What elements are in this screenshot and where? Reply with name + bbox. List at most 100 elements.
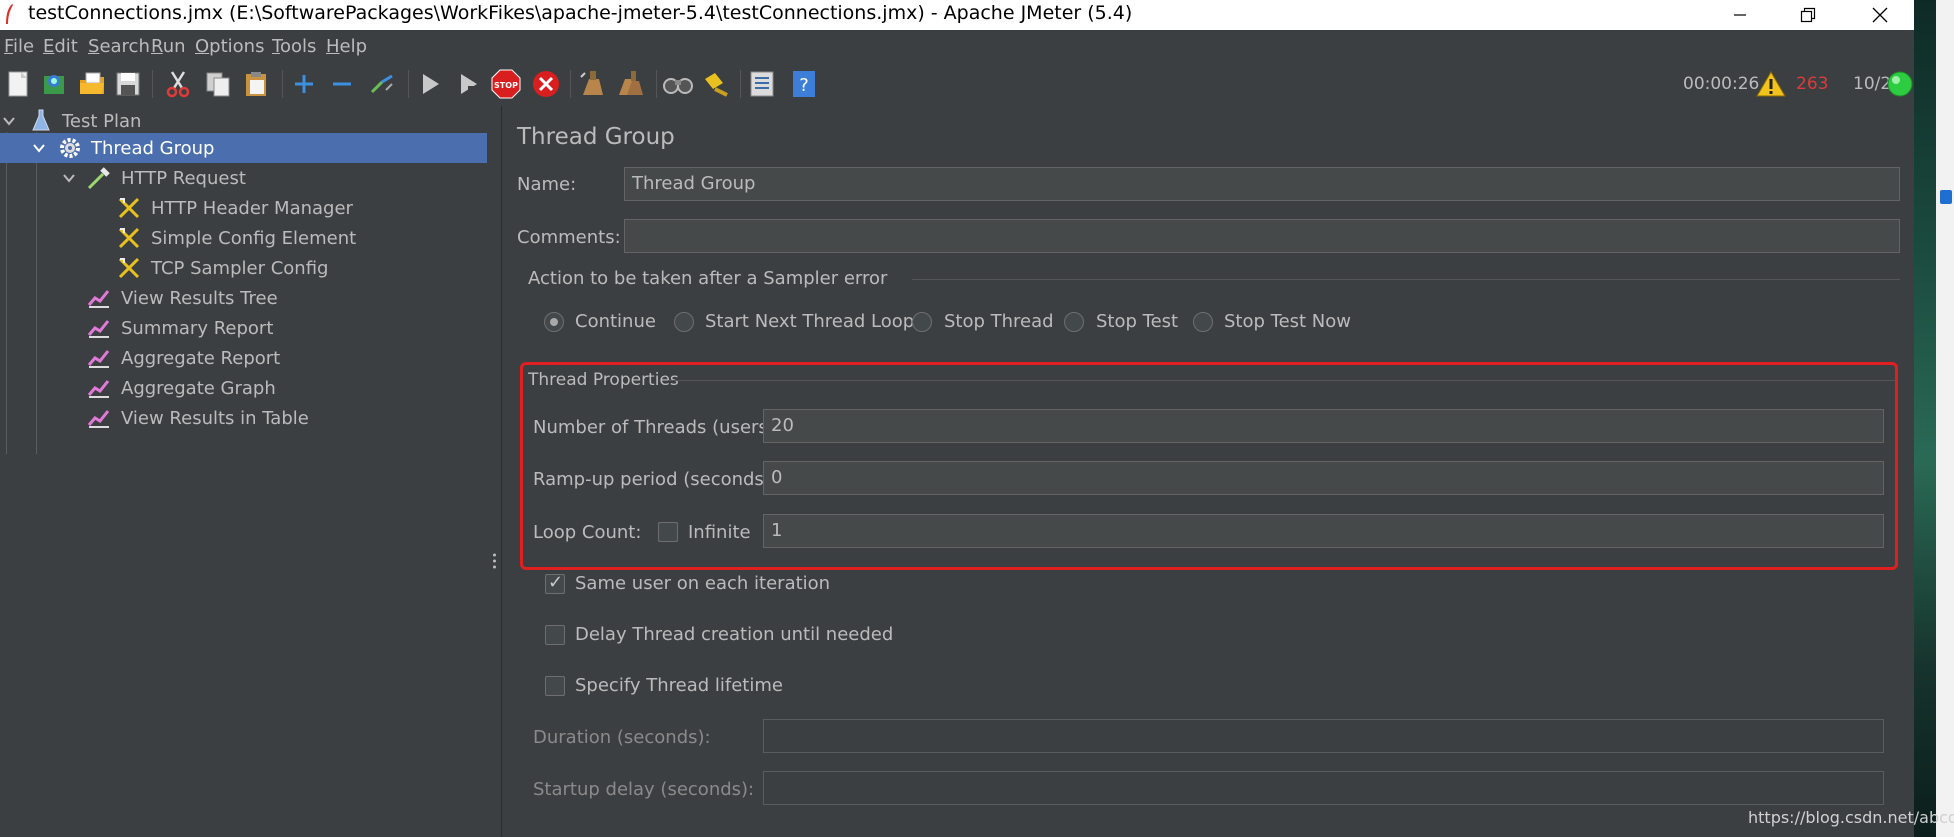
search-button[interactable] bbox=[660, 66, 696, 102]
menu-run[interactable]: Run bbox=[151, 36, 186, 57]
tree-item-thread-group[interactable]: Thread Group bbox=[0, 133, 487, 163]
cut-icon bbox=[166, 71, 190, 98]
restore-button[interactable] bbox=[1780, 0, 1836, 30]
highlight-annotation bbox=[520, 362, 1898, 570]
svg-text:STOP: STOP bbox=[494, 81, 518, 90]
duration-field[interactable] bbox=[763, 719, 1884, 753]
close-button[interactable] bbox=[1852, 0, 1908, 30]
search-icon bbox=[663, 78, 693, 94]
tree-item-view-results-in-table[interactable]: View Results in Table bbox=[0, 403, 489, 433]
radio-stop-test-now[interactable] bbox=[1193, 312, 1213, 332]
tree-item-http-request[interactable]: HTTP Request bbox=[0, 163, 489, 193]
tree-item-http-header-manager[interactable]: HTTP Header Manager bbox=[0, 193, 489, 223]
specify-lifetime-checkbox[interactable] bbox=[545, 676, 565, 696]
tree-item-label: HTTP Header Manager bbox=[151, 197, 353, 219]
split-pane-divider[interactable] bbox=[489, 106, 502, 837]
templates-button[interactable] bbox=[36, 66, 72, 102]
templates-icon bbox=[44, 75, 64, 94]
menu-search[interactable]: Search bbox=[88, 36, 150, 57]
menu-edit[interactable]: Edit bbox=[43, 36, 78, 57]
specify-lifetime-label: Specify Thread lifetime bbox=[575, 675, 783, 696]
name-label: Name: bbox=[517, 174, 577, 195]
radio-stop-thread[interactable] bbox=[912, 312, 932, 332]
copy-button[interactable] bbox=[200, 66, 236, 102]
duration-label: Duration (seconds): bbox=[533, 727, 711, 748]
menu-tools[interactable]: Tools bbox=[272, 36, 316, 57]
graph-icon bbox=[87, 380, 110, 398]
toolbar: STOP ? 00:00:26 263 10/20 bbox=[0, 62, 1914, 107]
open-icon bbox=[80, 72, 104, 94]
start-no-pauses-icon bbox=[461, 74, 478, 96]
tree-item-tcp-sampler-config[interactable]: TCP Sampler Config bbox=[0, 253, 489, 283]
open-button[interactable] bbox=[74, 66, 110, 102]
tree-item-aggregate-graph[interactable]: Aggregate Graph bbox=[0, 373, 489, 403]
clear-all-icon bbox=[619, 71, 643, 95]
collapse-all-button[interactable] bbox=[324, 66, 360, 102]
minimize-icon bbox=[1734, 14, 1746, 16]
expand-all-button[interactable] bbox=[286, 66, 322, 102]
shutdown-icon bbox=[533, 71, 559, 97]
help-button[interactable]: ? bbox=[786, 66, 822, 102]
new-button[interactable] bbox=[0, 66, 36, 102]
function-helper-button[interactable] bbox=[744, 66, 780, 102]
toolbar-separator bbox=[656, 70, 657, 98]
tree-item-view-results-tree[interactable]: View Results Tree bbox=[0, 283, 489, 313]
shutdown-button[interactable] bbox=[528, 66, 564, 102]
tree-item-label: Aggregate Graph bbox=[121, 377, 276, 399]
radio-continue[interactable] bbox=[544, 312, 564, 332]
graph-icon bbox=[87, 410, 110, 428]
startup-delay-label: Startup delay (seconds): bbox=[533, 779, 755, 800]
toolbar-separator bbox=[740, 70, 741, 98]
tree-item-simple-config-element[interactable]: Simple Config Element bbox=[0, 223, 489, 253]
toggle-button[interactable] bbox=[364, 66, 400, 102]
startup-delay-field[interactable] bbox=[763, 771, 1884, 805]
running-indicator-icon bbox=[1887, 71, 1913, 97]
error-count: 263 bbox=[1796, 74, 1829, 94]
tree-item-label: View Results in Table bbox=[121, 407, 309, 429]
clear-all-button[interactable] bbox=[612, 66, 648, 102]
tree-item-aggregate-report[interactable]: Aggregate Report bbox=[0, 343, 489, 373]
wrench-icon bbox=[118, 197, 140, 219]
section-border bbox=[912, 279, 1900, 280]
gear-icon bbox=[60, 138, 80, 158]
tree-item-test-plan[interactable]: Test Plan bbox=[0, 106, 489, 136]
cut-button[interactable] bbox=[160, 66, 196, 102]
expand-icon bbox=[295, 75, 313, 93]
svg-text:?: ? bbox=[799, 75, 809, 96]
reset-search-button[interactable] bbox=[698, 66, 734, 102]
toolbar-separator bbox=[152, 70, 153, 98]
elapsed-time: 00:00:26 bbox=[1683, 74, 1760, 94]
radio-stop-test-now-label: Stop Test Now bbox=[1224, 311, 1352, 332]
comments-field[interactable] bbox=[624, 219, 1900, 253]
menu-options[interactable]: Options bbox=[195, 36, 264, 57]
comments-label: Comments: bbox=[517, 227, 621, 248]
test-plan-icon bbox=[32, 109, 50, 131]
warning-icon[interactable] bbox=[1756, 70, 1786, 98]
start-icon bbox=[423, 74, 439, 94]
radio-start-next-thread-loop[interactable] bbox=[674, 312, 694, 332]
drag-handle-icon bbox=[493, 553, 496, 569]
delay-thread-creation-checkbox[interactable] bbox=[545, 625, 565, 645]
menu-file[interactable]: File bbox=[4, 36, 34, 57]
clear-button[interactable] bbox=[574, 66, 610, 102]
same-user-label: Same user on each iteration bbox=[575, 573, 831, 594]
menu-help[interactable]: Help bbox=[326, 36, 367, 57]
start-no-pauses-button[interactable] bbox=[450, 66, 486, 102]
name-field[interactable]: Thread Group bbox=[624, 167, 1900, 201]
same-user-checkbox[interactable] bbox=[545, 572, 565, 594]
minimize-button[interactable] bbox=[1712, 0, 1768, 30]
tree-item-label: View Results Tree bbox=[121, 287, 278, 309]
radio-stop-test[interactable] bbox=[1064, 312, 1084, 332]
close-icon bbox=[1872, 7, 1888, 23]
wrench-icon bbox=[118, 227, 140, 249]
start-button[interactable] bbox=[412, 66, 448, 102]
reset-search-icon bbox=[705, 73, 728, 97]
radio-stop-thread-label: Stop Thread bbox=[944, 311, 1054, 332]
stop-button[interactable]: STOP bbox=[488, 66, 524, 102]
tree-item-summary-report[interactable]: Summary Report bbox=[0, 313, 489, 343]
save-button[interactable] bbox=[110, 66, 146, 102]
paste-button[interactable] bbox=[238, 66, 274, 102]
restore-icon bbox=[1800, 7, 1816, 23]
radio-stop-test-label: Stop Test bbox=[1096, 311, 1179, 332]
paste-icon bbox=[246, 72, 266, 96]
